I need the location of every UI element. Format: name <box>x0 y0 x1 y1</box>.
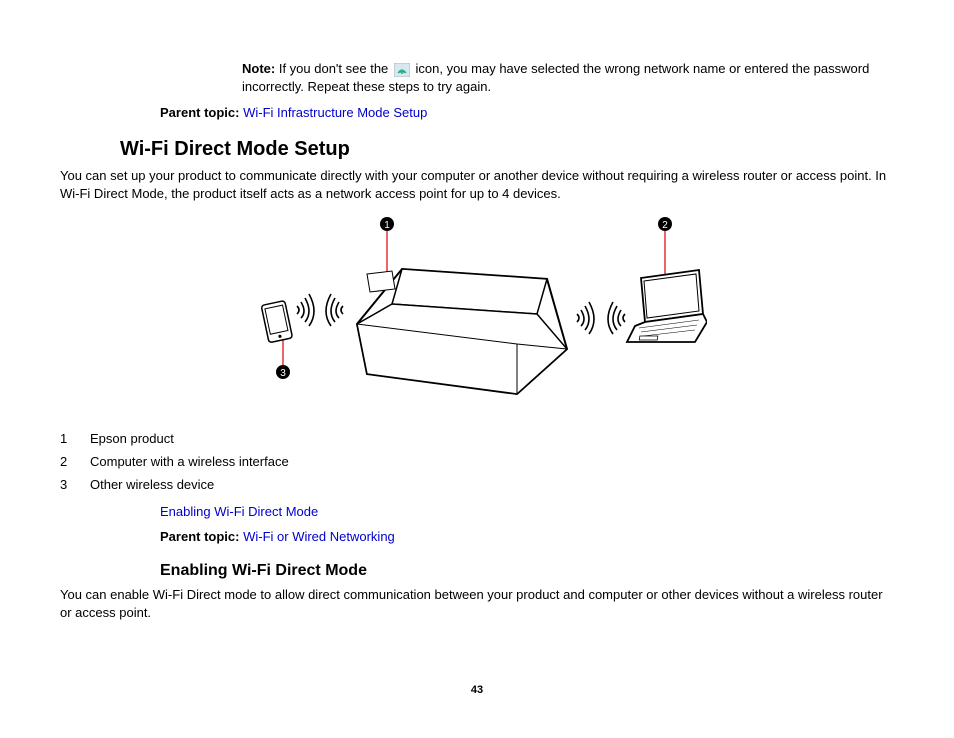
note-paragraph: Note: If you don't see the icon, you may… <box>242 60 894 95</box>
wifi-status-icon <box>394 63 410 77</box>
wifi-waves-icon <box>608 302 625 334</box>
wifi-waves-icon <box>297 294 314 326</box>
smartphone-icon <box>261 301 292 343</box>
callout-1: 1 <box>384 220 390 231</box>
diagram-figure: 1 2 3 <box>60 214 894 417</box>
parent-topic-link[interactable]: Wi-Fi Infrastructure Mode Setup <box>243 105 427 120</box>
parent-topic-label: Parent topic: <box>160 105 239 120</box>
legend-text: Computer with a wireless interface <box>90 450 299 473</box>
legend-text: Other wireless device <box>90 473 299 496</box>
legend-num: 1 <box>60 427 90 450</box>
wifi-waves-icon <box>326 294 343 326</box>
laptop-icon <box>627 270 707 342</box>
subsection-intro: You can enable Wi-Fi Direct mode to allo… <box>60 586 894 621</box>
wifi-waves-icon <box>577 302 594 334</box>
parent-topic-row: Parent topic: Wi-Fi or Wired Networking <box>160 529 894 544</box>
callout-3: 3 <box>280 368 286 379</box>
table-row: 1 Epson product <box>60 427 299 450</box>
parent-topic-row: Parent topic: Wi-Fi Infrastructure Mode … <box>160 105 894 120</box>
page-number: 43 <box>0 684 954 696</box>
subsection-heading: Enabling Wi-Fi Direct Mode <box>160 562 894 580</box>
parent-topic-label: Parent topic: <box>160 529 239 544</box>
legend-text: Epson product <box>90 427 299 450</box>
parent-topic-link[interactable]: Wi-Fi or Wired Networking <box>243 529 395 544</box>
legend-table: 1 Epson product 2 Computer with a wirele… <box>60 427 299 496</box>
section-heading: Wi-Fi Direct Mode Setup <box>120 138 894 161</box>
note-label: Note: <box>242 61 275 76</box>
table-row: 3 Other wireless device <box>60 473 299 496</box>
printer-icon <box>357 269 567 394</box>
callout-2: 2 <box>662 220 668 231</box>
note-text-before: If you don't see the <box>275 61 392 76</box>
legend-num: 3 <box>60 473 90 496</box>
section-intro: You can set up your product to communica… <box>60 167 894 202</box>
enabling-wifi-link[interactable]: Enabling Wi-Fi Direct Mode <box>160 504 318 519</box>
table-row: 2 Computer with a wireless interface <box>60 450 299 473</box>
legend-num: 2 <box>60 450 90 473</box>
